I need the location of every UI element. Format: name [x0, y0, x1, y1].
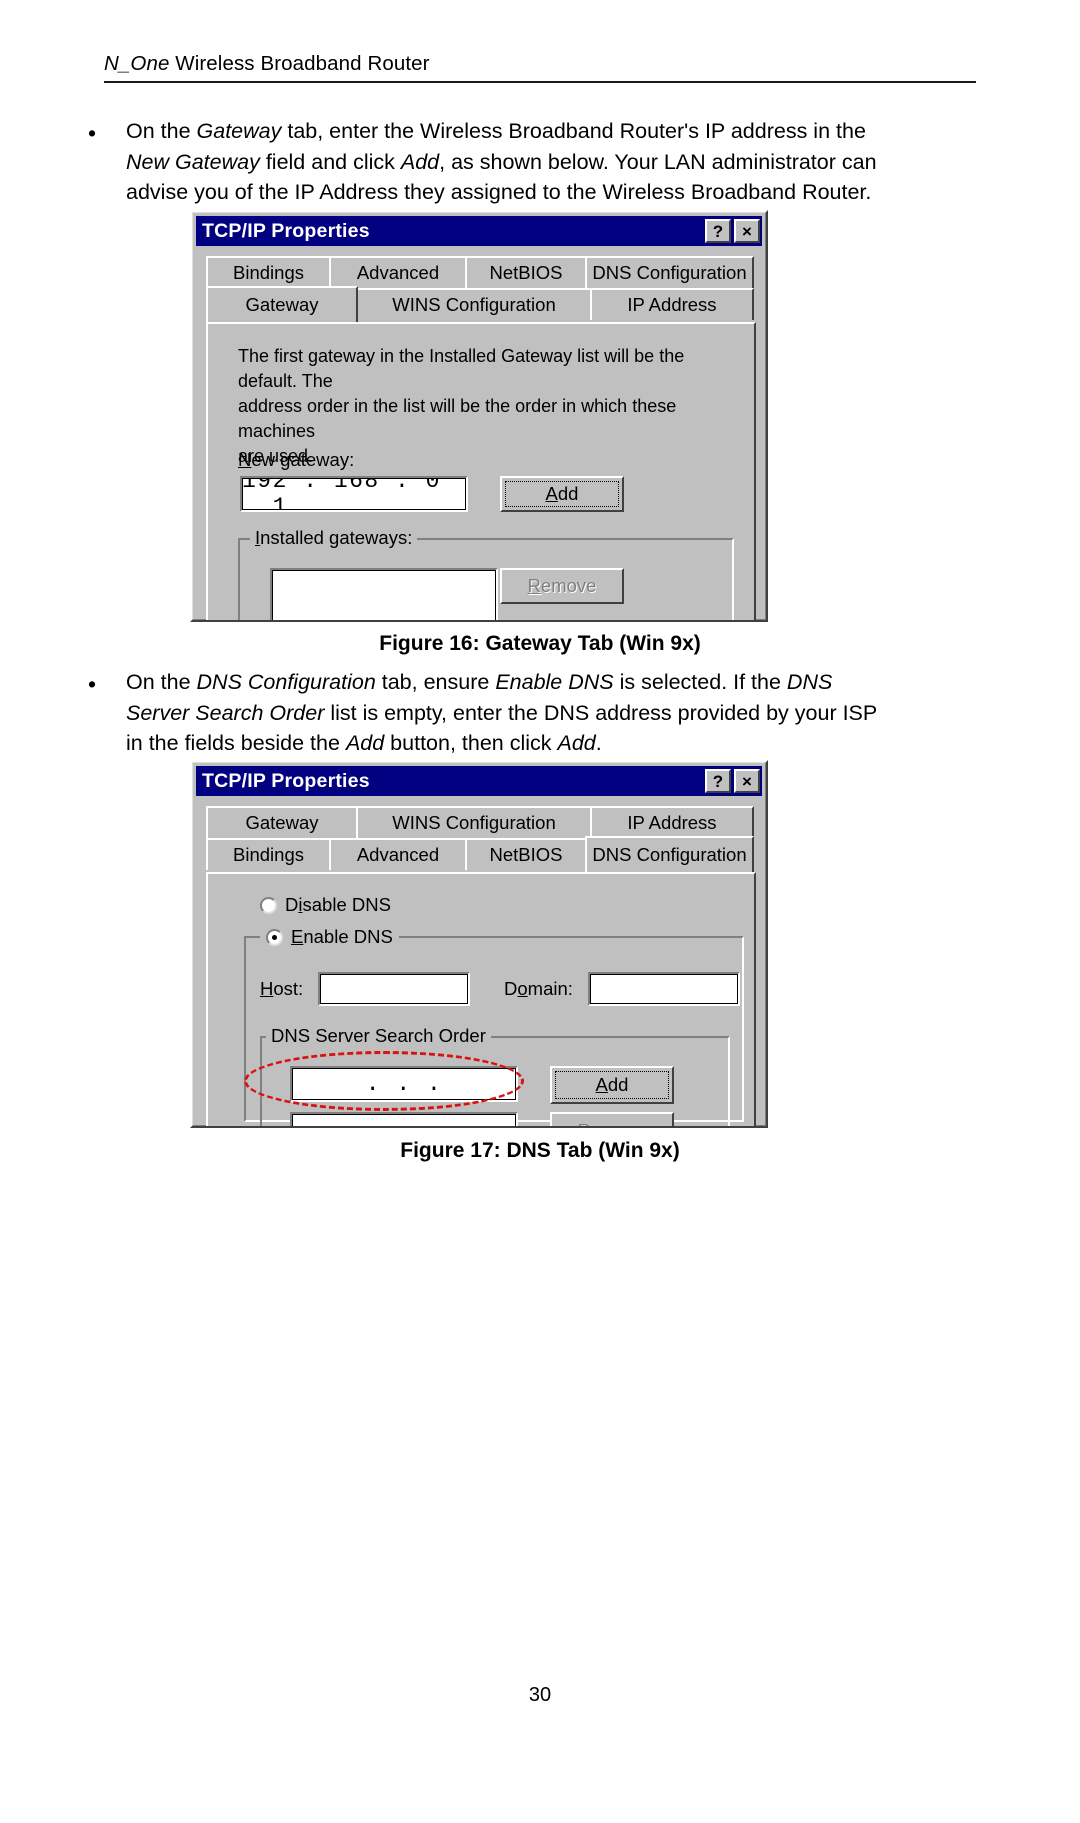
- titlebar[interactable]: TCP/IP Properties ? ×: [196, 216, 762, 246]
- document-page: N_One Wireless Broadband Router • On the…: [0, 0, 1080, 1823]
- radio-enable-dns[interactable]: Enable DNS: [260, 926, 399, 948]
- dialog-title: TCP/IP Properties: [202, 769, 370, 792]
- add-dns-button[interactable]: Add: [550, 1066, 674, 1104]
- page-running-header: N_One Wireless Broadband Router: [104, 52, 976, 83]
- remove-dns-button-label: Remove: [578, 1120, 647, 1126]
- tab-netbios[interactable]: NetBIOS: [465, 838, 587, 870]
- new-gateway-value: 192 . 168 . 0 . 1: [242, 476, 441, 512]
- tabstrip-row-bottom: Gateway WINS Configuration IP Address: [206, 286, 754, 322]
- dns-search-order-label: DNS Server Search Order: [266, 1025, 491, 1047]
- help-button[interactable]: ?: [705, 219, 731, 243]
- tcpip-properties-gateway-dialog[interactable]: TCP/IP Properties ? × Bindings Advanced …: [190, 210, 768, 622]
- focus-rectangle: [555, 1071, 669, 1099]
- list-outline: [272, 570, 496, 620]
- figure-16-caption: Figure 16: Gateway Tab (Win 9x): [379, 632, 701, 655]
- dns-search-order-value: . . .: [365, 1071, 443, 1097]
- page-number: 30: [528, 1684, 552, 1706]
- new-gateway-label: New gateway:: [238, 449, 355, 470]
- titlebar-button-group: ? ×: [705, 219, 760, 243]
- tab-bindings[interactable]: Bindings: [206, 256, 331, 288]
- remove-gateway-button[interactable]: Remove: [500, 568, 624, 604]
- tab-advanced[interactable]: Advanced: [329, 256, 467, 288]
- input-outline: [320, 974, 468, 1004]
- bullet-dns-text: On the DNS Configuration tab, ensure Ena…: [126, 670, 877, 755]
- tab-dns-configuration[interactable]: DNS Configuration: [585, 256, 754, 288]
- remove-gateway-button-label: Remove: [527, 575, 597, 596]
- dns-search-order-input[interactable]: . . .: [290, 1066, 518, 1102]
- header-title-brand: N_One: [104, 52, 170, 75]
- dns-search-order-list[interactable]: [290, 1112, 518, 1126]
- tab-ip-address[interactable]: IP Address: [590, 288, 754, 320]
- header-rule: [104, 81, 976, 83]
- bullet-marker: •: [88, 120, 97, 146]
- tab-gateway[interactable]: Gateway: [206, 286, 358, 322]
- list-outline: [292, 1114, 516, 1126]
- figure-17-caption: Figure 17: DNS Tab (Win 9x): [400, 1139, 680, 1162]
- header-title: N_One Wireless Broadband Router: [104, 52, 976, 81]
- close-button[interactable]: ×: [734, 219, 760, 243]
- bullet-gateway-instruction: • On the Gateway tab, enter the Wireless…: [84, 116, 884, 208]
- tab-wins-configuration[interactable]: WINS Configuration: [356, 288, 592, 320]
- tab-dns-configuration[interactable]: DNS Configuration: [585, 836, 754, 872]
- bullet-gateway-text: On the Gateway tab, enter the Wireless B…: [126, 119, 877, 204]
- bullet-marker: •: [88, 671, 97, 697]
- add-gateway-button[interactable]: Add: [500, 476, 624, 512]
- dns-tab-panel: Disable DNS Enable DNS Host: Domain: DNS…: [206, 872, 756, 1126]
- domain-label: Domain:: [504, 978, 573, 999]
- tabstrip-row-bottom: Bindings Advanced NetBIOS DNS Configurat…: [206, 836, 754, 872]
- focus-rectangle: [505, 481, 619, 507]
- tab-netbios[interactable]: NetBIOS: [465, 256, 587, 288]
- input-outline: [590, 974, 738, 1004]
- tabstrip-row-top: Gateway WINS Configuration IP Address: [206, 806, 754, 838]
- radio-enable-dns-label: Enable DNS: [291, 926, 393, 947]
- help-button[interactable]: ?: [705, 769, 731, 793]
- tab-wins-configuration[interactable]: WINS Configuration: [356, 806, 592, 838]
- domain-input[interactable]: [588, 972, 740, 1006]
- installed-gateways-label: Installed gateways:: [250, 527, 418, 549]
- bullet-dns-instruction: • On the DNS Configuration tab, ensure E…: [84, 667, 884, 759]
- close-button[interactable]: ×: [734, 769, 760, 793]
- tab-advanced[interactable]: Advanced: [329, 838, 467, 870]
- installed-gateways-list[interactable]: [270, 568, 498, 620]
- remove-dns-button[interactable]: Remove: [550, 1112, 674, 1126]
- host-label: Host:: [260, 978, 304, 999]
- host-input[interactable]: [318, 972, 470, 1006]
- header-title-rest: Wireless Broadband Router: [169, 52, 430, 75]
- radio-disable-dns[interactable]: Disable DNS: [260, 894, 391, 916]
- tabstrip-row-top: Bindings Advanced NetBIOS DNS Configurat…: [206, 256, 754, 288]
- tab-ip-address[interactable]: IP Address: [590, 806, 754, 838]
- tab-bindings[interactable]: Bindings: [206, 838, 331, 870]
- radio-disable-dns-label: Disable DNS: [285, 894, 391, 915]
- radio-mark-disable-dns: [260, 896, 277, 914]
- new-gateway-input[interactable]: 192 . 168 . 0 . 1: [240, 476, 468, 512]
- tab-gateway[interactable]: Gateway: [206, 806, 358, 838]
- tcpip-properties-dns-dialog[interactable]: TCP/IP Properties ? × Gateway WINS Confi…: [190, 760, 768, 1128]
- titlebar[interactable]: TCP/IP Properties ? ×: [196, 766, 762, 796]
- titlebar-button-group: ? ×: [705, 769, 760, 793]
- dialog-title: TCP/IP Properties: [202, 219, 370, 242]
- radio-mark-enable-dns: [266, 928, 283, 946]
- gateway-tab-panel: The first gateway in the Installed Gatew…: [206, 322, 756, 620]
